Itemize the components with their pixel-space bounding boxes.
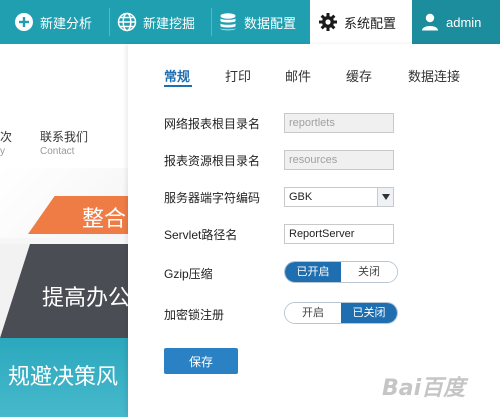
- new-analysis-button[interactable]: 新建分析: [14, 0, 92, 44]
- data-config-label: 数据配置: [244, 15, 297, 31]
- baidu-watermark: Bai百度: [382, 376, 466, 401]
- active-tab-underline: [164, 85, 192, 87]
- servlet-field[interactable]: [284, 224, 394, 244]
- save-button[interactable]: 保存: [164, 348, 238, 374]
- resource-root-field[interactable]: [284, 150, 394, 170]
- servlet-label: Servlet路径名: [164, 228, 238, 242]
- system-config-button[interactable]: 系统配置: [310, 0, 412, 44]
- toolbar-divider: [211, 8, 212, 36]
- report-root-label: 网络报表根目录名: [164, 117, 261, 131]
- lock-toggle[interactable]: 开启 已关闭: [284, 302, 398, 324]
- report-root-field[interactable]: [284, 113, 394, 133]
- encoding-select[interactable]: GBK: [284, 187, 394, 207]
- background-banner-orange-text: 整合: [82, 206, 127, 231]
- gzip-on-option[interactable]: 已开启: [285, 262, 341, 282]
- plus-circle-icon: [14, 12, 34, 32]
- encoding-select-value: GBK: [289, 191, 313, 203]
- background-dark-band-cut: [0, 244, 30, 338]
- chevron-down-icon[interactable]: [377, 188, 393, 206]
- background-banner-teal-text: 规避决策风: [8, 364, 119, 389]
- background-nav-sub-partial: y: [0, 146, 5, 157]
- system-config-label: 系统配置: [344, 15, 397, 31]
- gear-icon: [318, 12, 338, 32]
- top-toolbar: 新建分析 新建挖掘 数据配置 系统配置 admin: [0, 0, 500, 44]
- user-icon: [420, 12, 440, 32]
- lock-off-option[interactable]: 已关闭: [341, 303, 397, 323]
- gzip-off-option[interactable]: 关闭: [341, 262, 397, 282]
- new-mining-button[interactable]: 新建挖掘: [117, 0, 195, 44]
- tab-data-connection[interactable]: 数据连接: [408, 66, 460, 85]
- globe-icon: [117, 12, 137, 32]
- gzip-label: Gzip压缩: [164, 267, 213, 281]
- tab-cache[interactable]: 缓存: [346, 66, 372, 85]
- admin-user-button[interactable]: admin: [412, 0, 500, 44]
- tab-mail[interactable]: 邮件: [285, 66, 311, 85]
- gzip-toggle[interactable]: 已开启 关闭: [284, 261, 398, 283]
- encoding-label: 服务器端字符编码: [164, 191, 261, 205]
- tab-general[interactable]: 常规: [164, 66, 190, 85]
- background-header-strip: [0, 44, 128, 58]
- tab-print[interactable]: 打印: [225, 66, 251, 85]
- background-banner-dark-text: 提高办公: [42, 285, 128, 310]
- lock-on-option[interactable]: 开启: [285, 303, 341, 323]
- background-nav-item-partial[interactable]: 次: [0, 128, 12, 145]
- background-nav-contact[interactable]: 联系我们: [40, 128, 88, 145]
- data-config-button[interactable]: 数据配置: [218, 0, 296, 44]
- new-analysis-label: 新建分析: [40, 15, 93, 31]
- background-nav-contact-sub: Contact: [40, 146, 75, 157]
- lock-label: 加密锁注册: [164, 308, 225, 322]
- background-website: 次 y 联系我们 Contact 整合 提高办公 规避决策风: [0, 44, 128, 417]
- database-icon: [218, 12, 238, 32]
- resource-root-label: 报表资源根目录名: [164, 154, 261, 168]
- background-nav: 次 y 联系我们 Contact: [0, 58, 128, 168]
- toolbar-divider: [109, 8, 110, 36]
- new-mining-label: 新建挖掘: [143, 15, 196, 31]
- admin-label: admin: [446, 14, 482, 30]
- system-config-panel: 常规 打印 邮件 缓存 数据连接 网络报表根目录名 报表资源根目录名 服务器端字…: [128, 44, 500, 417]
